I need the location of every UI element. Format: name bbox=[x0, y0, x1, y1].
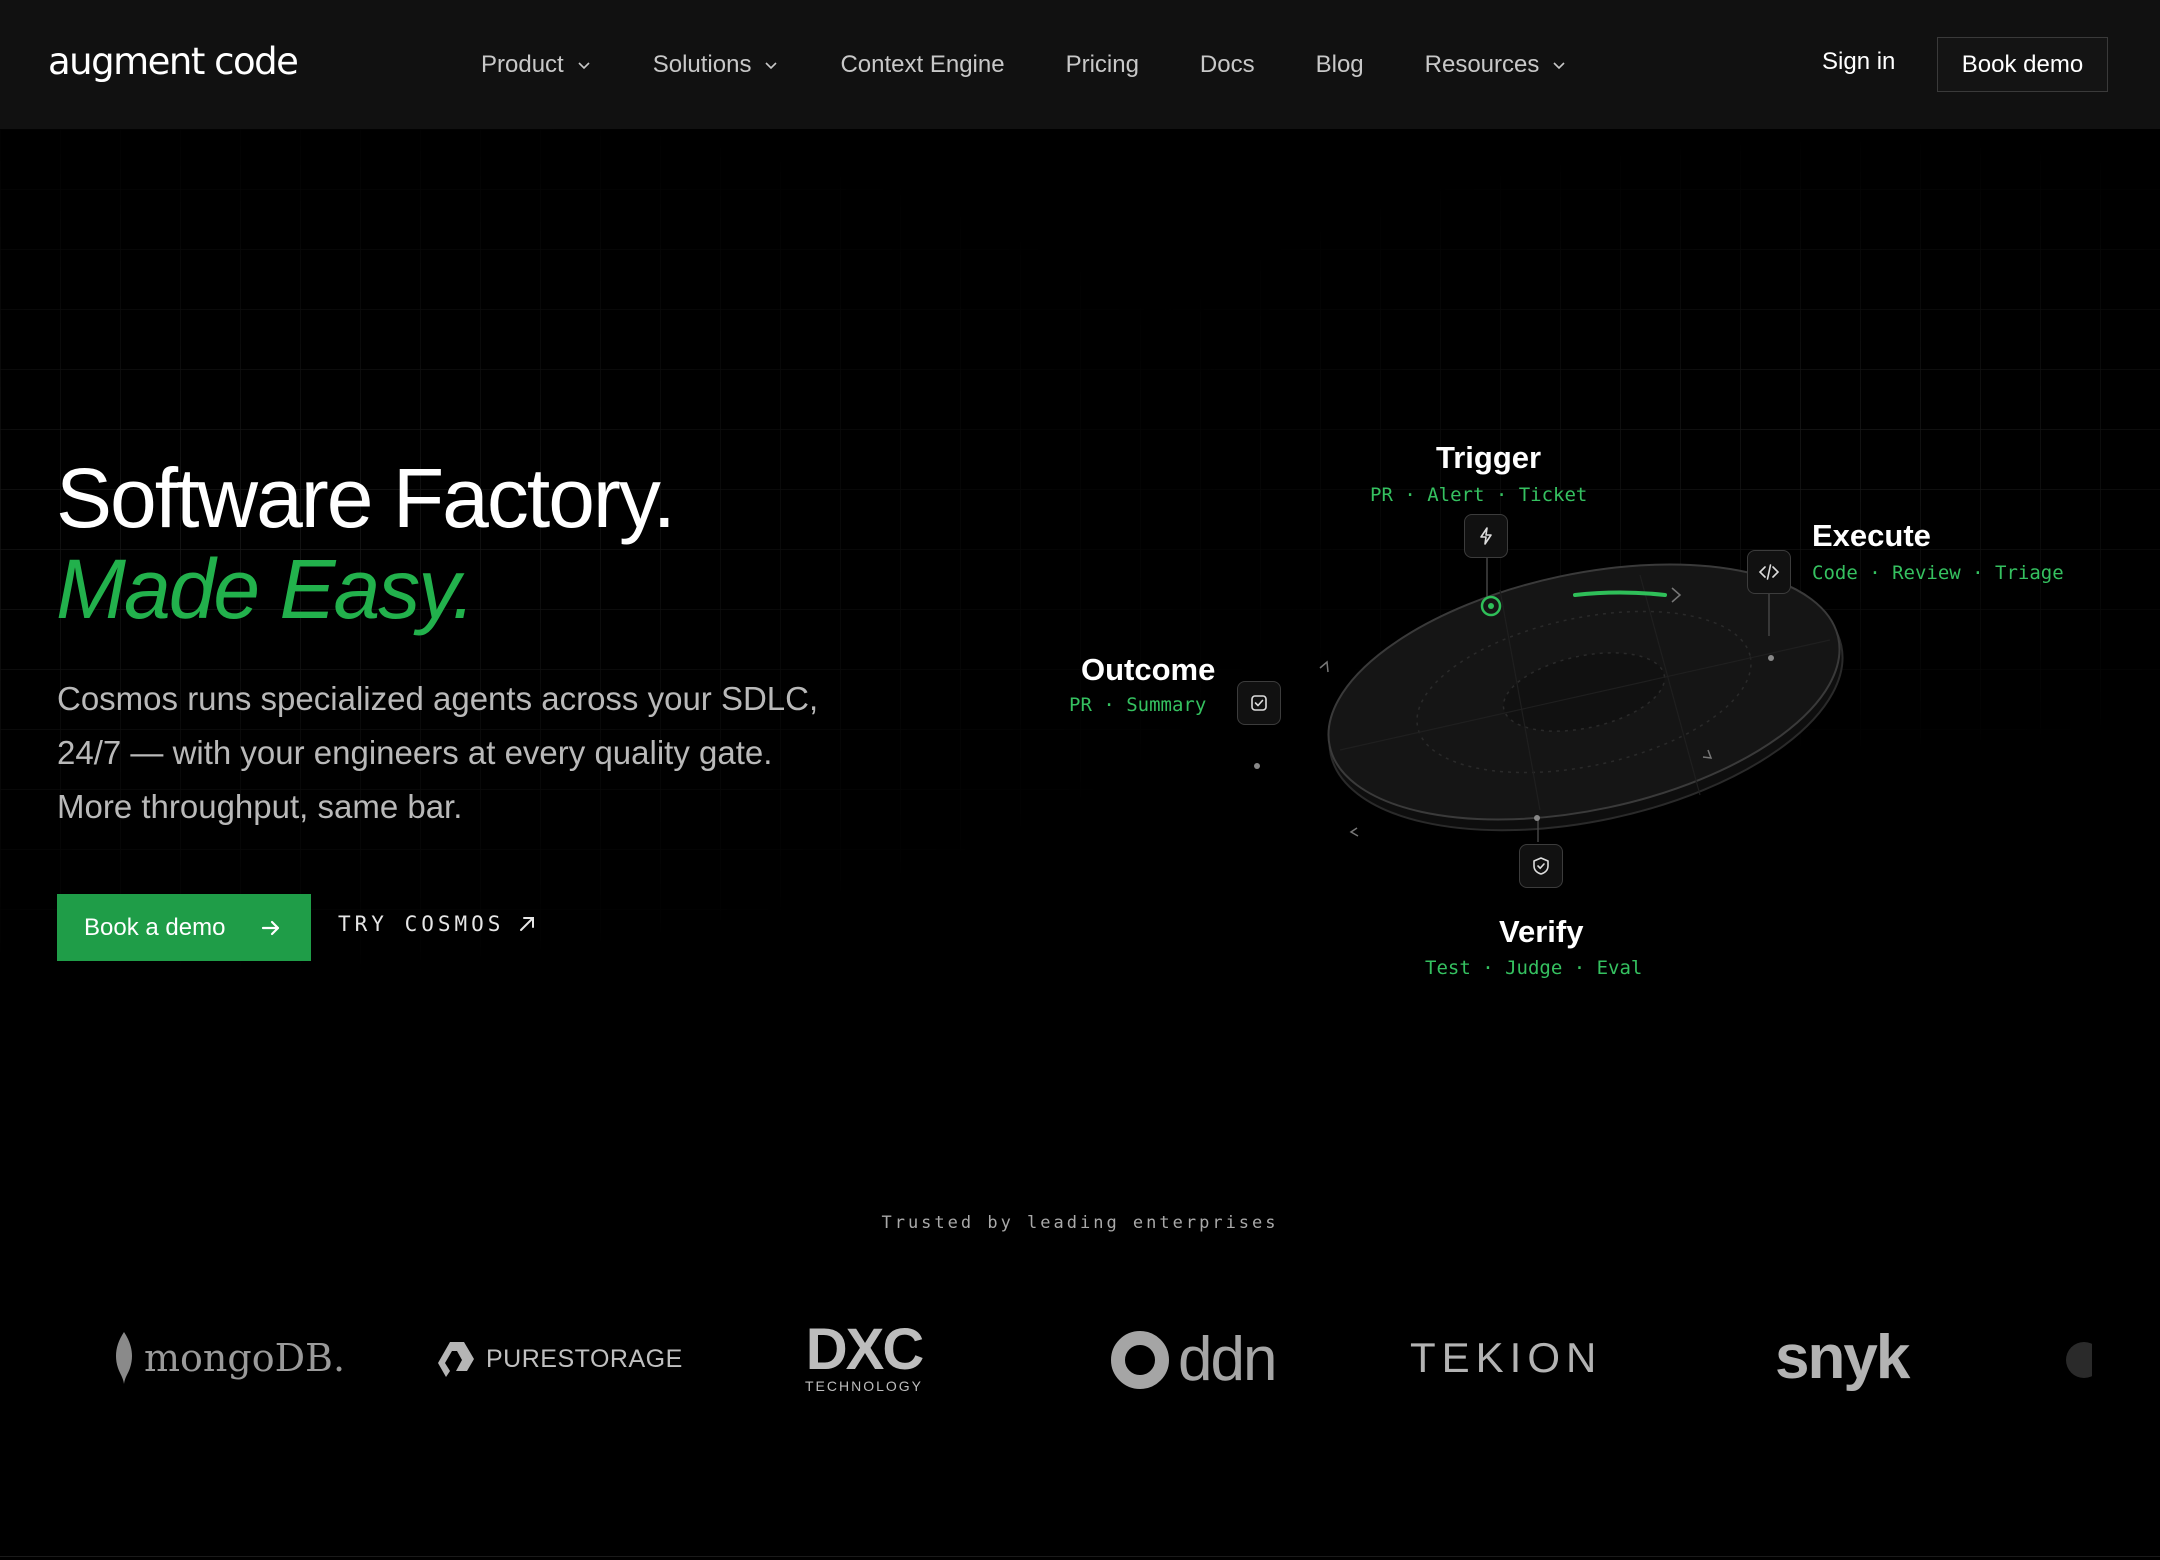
nav-label: Resources bbox=[1424, 50, 1540, 78]
nav-label: Product bbox=[481, 50, 564, 78]
outcome-title: Outcome bbox=[1081, 652, 1216, 687]
nav-item-resources[interactable]: Resources bbox=[1425, 51, 1568, 79]
section-divider bbox=[0, 1556, 2160, 1557]
verify-title: Verify bbox=[1499, 914, 1584, 949]
hero-description: Cosmos runs specialized agents across yo… bbox=[57, 672, 877, 834]
execute-tags: Code · Review · Triage bbox=[1812, 562, 2064, 584]
snyk-wordmark: snyk bbox=[1775, 1323, 1910, 1392]
try-cosmos-label: TRY COSMOS bbox=[338, 912, 505, 936]
nav-item-solutions[interactable]: Solutions bbox=[653, 51, 780, 79]
cosmos-loop-diagram: Trigger PR · Alert · Ticket Execute Code… bbox=[1000, 400, 2160, 1020]
check-square-icon bbox=[1237, 681, 1281, 725]
ddn-logo: ddn bbox=[1110, 1324, 1277, 1395]
hero-title: Software Factory. bbox=[56, 451, 676, 545]
nav-item-context-engine[interactable]: Context Engine bbox=[840, 51, 1004, 79]
nav-label: Docs bbox=[1199, 50, 1255, 78]
verify-tags: Test · Judge · Eval bbox=[1425, 957, 1643, 979]
try-cosmos-link[interactable]: TRY COSMOS bbox=[338, 912, 538, 936]
book-a-demo-button[interactable]: Book a demo bbox=[57, 894, 311, 961]
dxc-technology: TECHNOLOGY bbox=[805, 1378, 924, 1394]
dxc-wordmark: DXC bbox=[805, 1317, 924, 1382]
nav-label: Context Engine bbox=[840, 50, 1005, 78]
trusted-label: Trusted by leading enterprises bbox=[881, 1213, 1279, 1233]
nav-item-pricing[interactable]: Pricing bbox=[1066, 51, 1139, 79]
chevron-down-icon bbox=[1553, 61, 1565, 69]
purestorage-wordmark: PURESTORAGE bbox=[486, 1344, 683, 1373]
outcome-tags: PR · Summary bbox=[1069, 694, 1207, 716]
ddn-wordmark: ddn bbox=[1178, 1325, 1277, 1394]
code-icon bbox=[1747, 550, 1791, 594]
trigger-tags: PR · Alert · Ticket bbox=[1370, 484, 1588, 506]
site-header: augment code Product Solutions Context E… bbox=[0, 0, 2160, 129]
purestorage-logo: PURESTORAGE bbox=[436, 1338, 683, 1380]
logo[interactable]: augment code bbox=[48, 40, 299, 83]
chevron-down-icon bbox=[578, 61, 590, 69]
nav-label: Solutions bbox=[652, 50, 752, 78]
nav-item-blog[interactable]: Blog bbox=[1316, 51, 1364, 79]
external-arrow-icon bbox=[520, 917, 535, 931]
sign-in-link[interactable]: Sign in bbox=[1822, 48, 1895, 76]
tekion-wordmark: TEKION bbox=[1410, 1334, 1603, 1381]
hero-description-line: 24/7 — with your engineers at every qual… bbox=[57, 734, 773, 771]
chevron-down-icon bbox=[765, 61, 778, 69]
mongodb-wordmark: mongoDB. bbox=[144, 1336, 346, 1380]
nav-label: Blog bbox=[1315, 50, 1364, 78]
lightning-icon bbox=[1464, 514, 1508, 558]
dxc-logo: DXC TECHNOLOGY bbox=[805, 1317, 924, 1395]
mongodb-logo: mongoDB. bbox=[110, 1330, 345, 1386]
partial-logo bbox=[2062, 1338, 2092, 1382]
hero-subtitle: Made Easy. bbox=[56, 542, 475, 636]
book-a-demo-label: Book a demo bbox=[84, 913, 226, 941]
hero-description-line: Cosmos runs specialized agents across yo… bbox=[57, 680, 819, 717]
main-nav: Product Solutions Context Engine Pricing… bbox=[481, 0, 1628, 129]
nav-label: Pricing bbox=[1065, 50, 1139, 78]
nav-item-docs[interactable]: Docs bbox=[1200, 51, 1255, 79]
shield-check-icon bbox=[1519, 844, 1563, 888]
trigger-title: Trigger bbox=[1436, 440, 1542, 475]
arrow-right-icon bbox=[261, 920, 280, 936]
book-demo-button[interactable]: Book demo bbox=[1937, 37, 2108, 92]
snyk-logo: snyk bbox=[1775, 1322, 1910, 1393]
execute-title: Execute bbox=[1812, 518, 1931, 553]
hero-description-line: More throughput, same bar. bbox=[57, 788, 463, 825]
nav-item-product[interactable]: Product bbox=[481, 51, 592, 79]
tekion-logo: TEKION bbox=[1410, 1334, 1602, 1382]
customer-logos: mongoDB. PURESTORAGE DXC TECHNOLOGY ddn … bbox=[0, 1300, 2160, 1420]
